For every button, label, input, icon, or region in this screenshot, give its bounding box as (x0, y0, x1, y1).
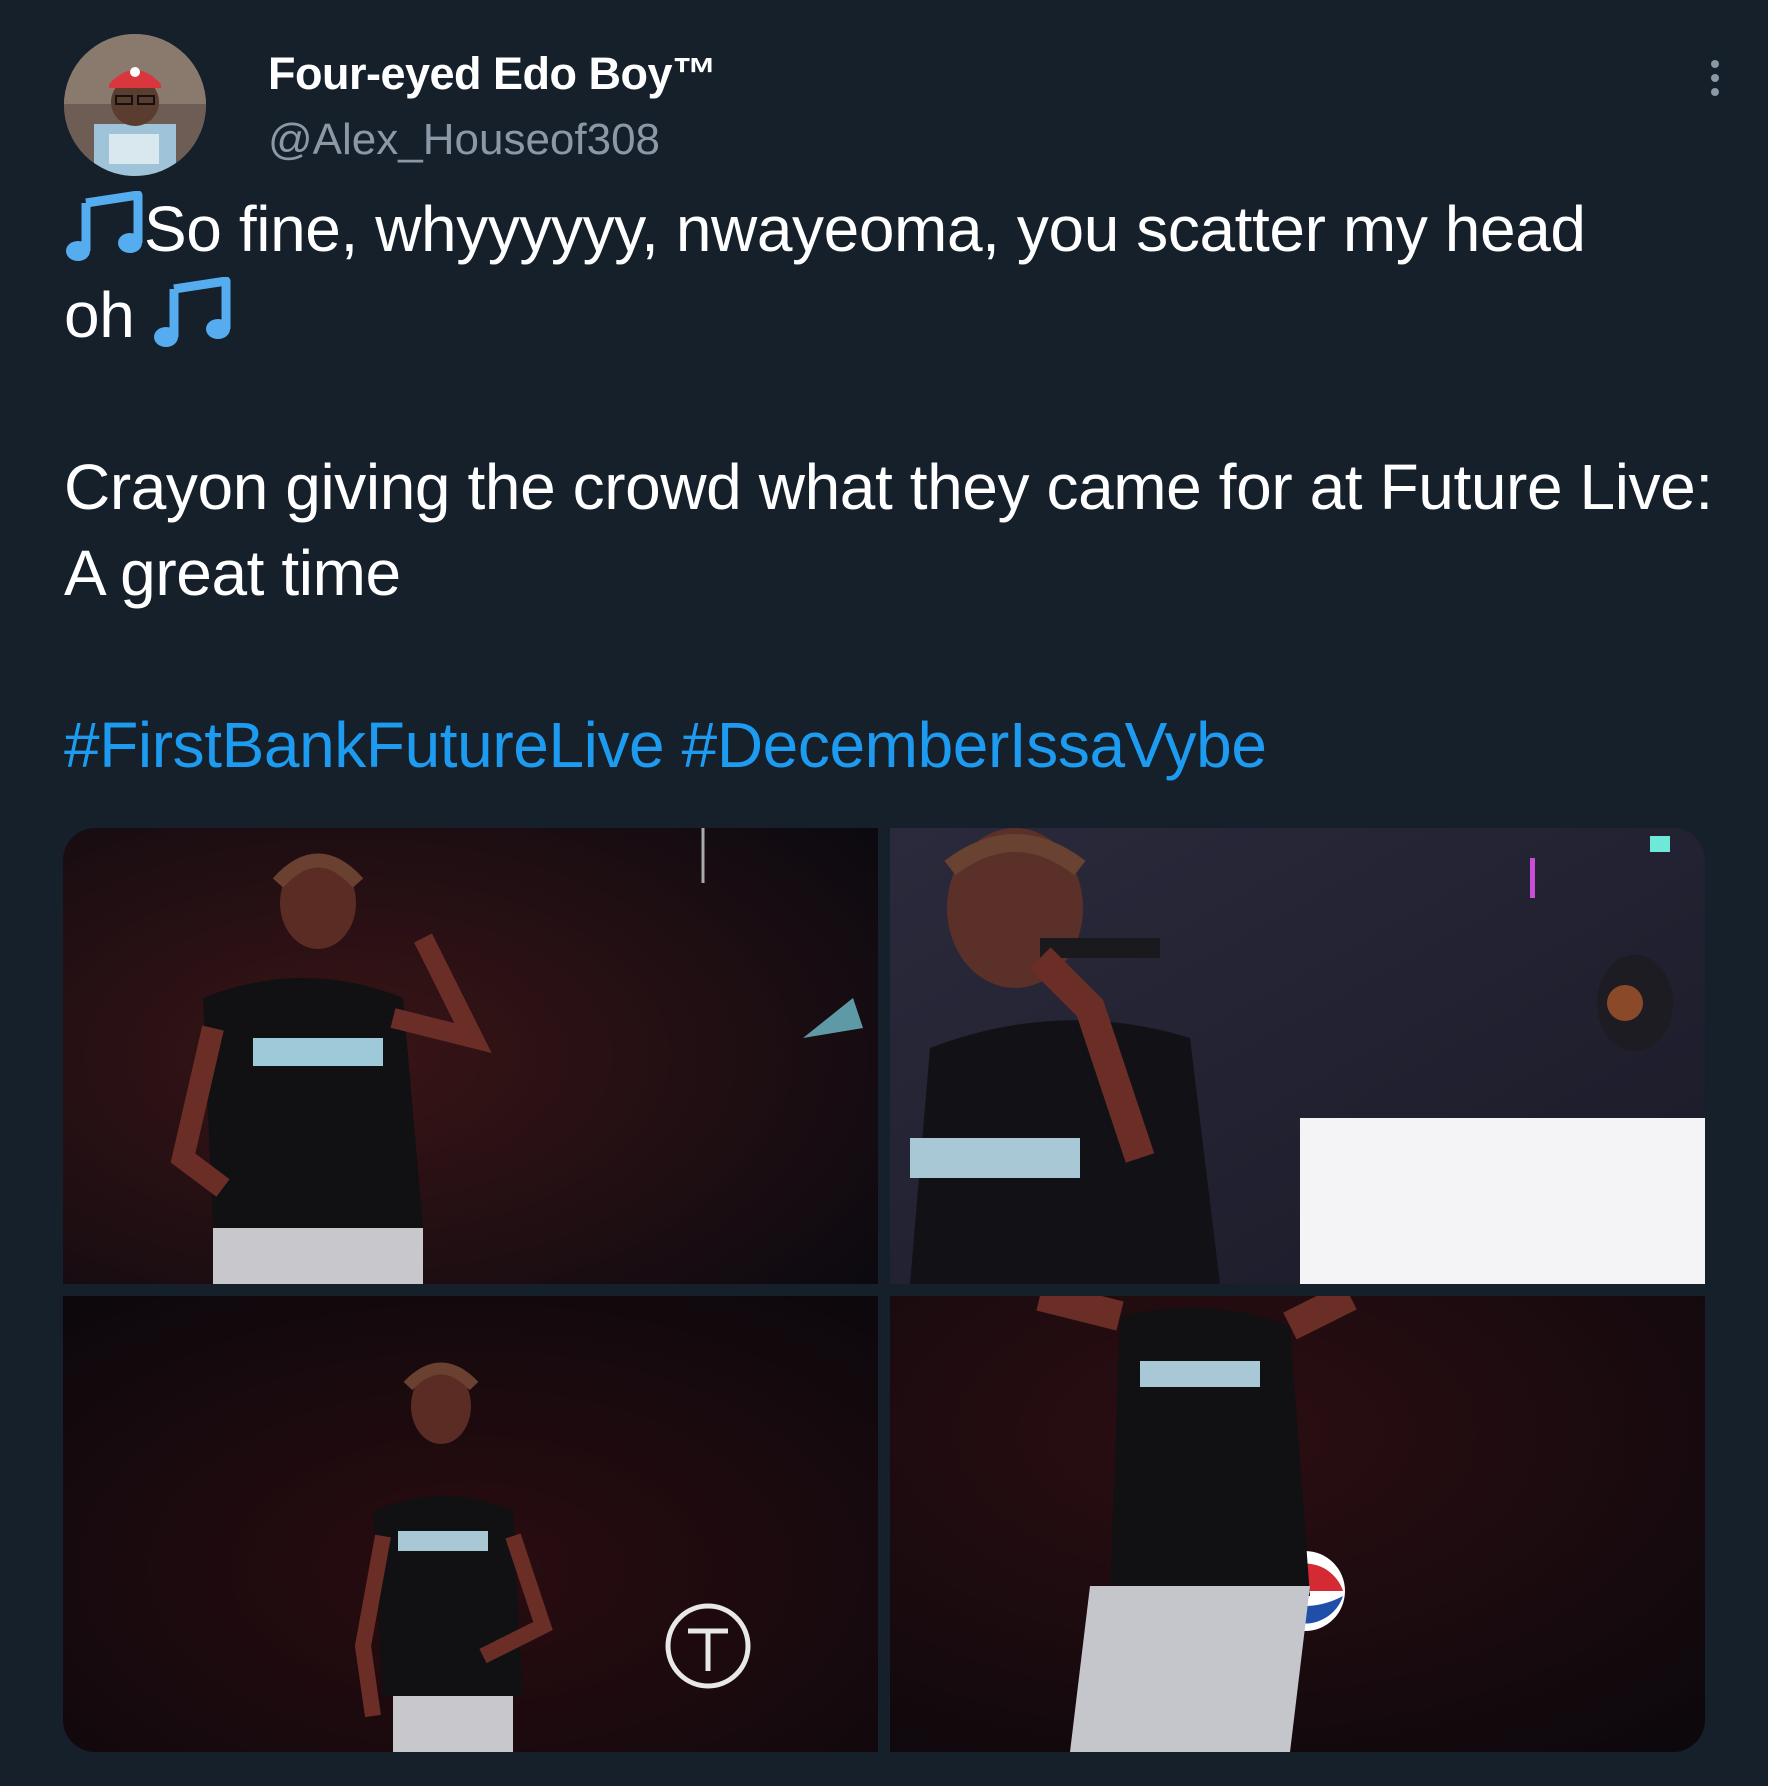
media-grid (63, 828, 1705, 1752)
description-text: Crayon giving the crowd what they came f… (64, 451, 1713, 609)
handle[interactable]: @Alex_Houseof308 (268, 115, 660, 165)
lyric-trail: oh (64, 279, 135, 351)
display-name[interactable]: Four-eyed Edo Boy™ (268, 48, 717, 100)
tweet-text: So fine, whyyyyyy, nwayeoma, you scatter… (64, 186, 1724, 788)
hashtag-link[interactable]: #FirstBankFutureLive (64, 709, 665, 781)
tweet-card: Four-eyed Edo Boy™ @Alex_Houseof308 So f… (0, 0, 1768, 1786)
music-note-icon (64, 190, 144, 263)
lyric-text: So fine, whyyyyyy, nwayeoma, you scatter… (144, 193, 1586, 265)
music-note-icon (152, 276, 232, 349)
more-vertical-icon[interactable] (1695, 54, 1735, 102)
media-photo-2[interactable] (890, 828, 1705, 1284)
hashtags: #FirstBankFutureLive #DecemberIssaVybe (64, 702, 1724, 788)
media-photo-1[interactable] (63, 828, 878, 1284)
avatar[interactable] (64, 34, 206, 176)
lyric-line: So fine, whyyyyyy, nwayeoma, you scatter… (64, 186, 1724, 358)
media-photo-3[interactable] (63, 1296, 878, 1752)
hashtag-link[interactable]: #DecemberIssaVybe (682, 709, 1267, 781)
media-photo-4[interactable] (890, 1296, 1705, 1752)
